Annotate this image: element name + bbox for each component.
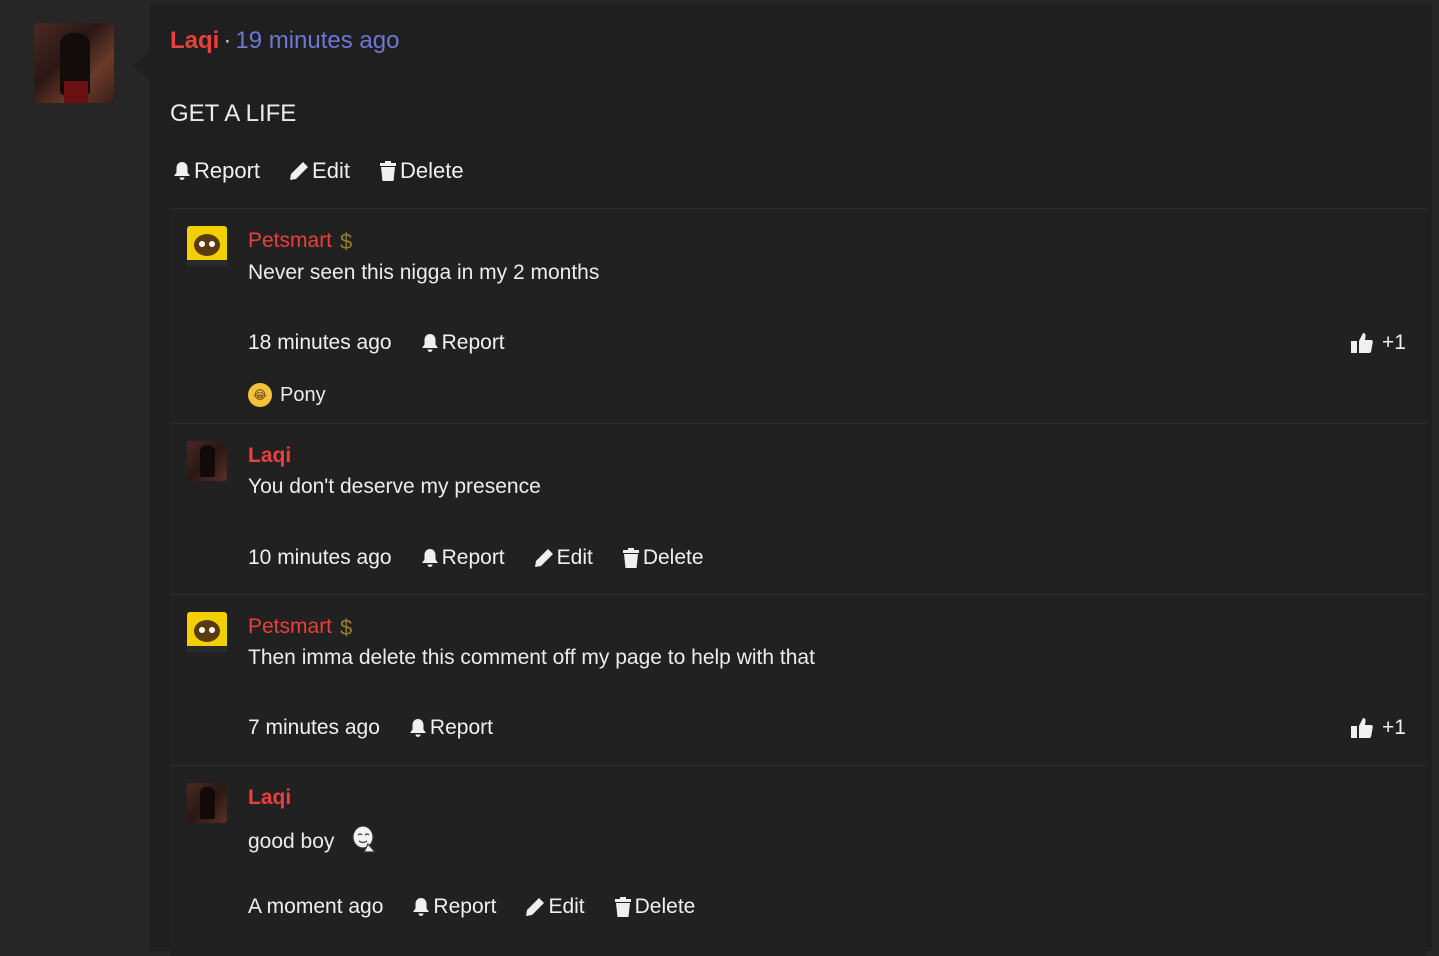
reply-timestamp: 18 minutes ago	[248, 331, 392, 354]
report-label: Report	[433, 895, 497, 918]
reply-item: Laqi You don't deserve my presence 10 mi…	[170, 423, 1426, 594]
reply-actions: 10 minutes ago Report Edit Delete	[248, 546, 732, 570]
delete-label: Delete	[634, 895, 696, 918]
thumbs-up-icon	[1351, 333, 1373, 353]
reply-timestamp: 10 minutes ago	[248, 546, 392, 569]
reply-author[interactable]: Laqi	[248, 786, 291, 810]
laughing-crying-emoji-icon: 😂	[248, 383, 272, 407]
like-button[interactable]: +1	[1350, 331, 1406, 355]
edit-label: Edit	[312, 158, 350, 183]
reply-avatar[interactable]	[187, 226, 227, 266]
reply-text: You don't deserve my presence	[248, 475, 541, 498]
edit-button[interactable]: Edit	[288, 158, 350, 184]
bell-icon	[421, 334, 438, 352]
reply-item: Laqi good boy A moment ago Report Edit D…	[170, 765, 1426, 956]
thumbs-up-icon	[1351, 718, 1373, 738]
report-button[interactable]: Report	[420, 331, 505, 355]
bell-icon	[421, 549, 438, 567]
trash-icon	[379, 161, 396, 181]
report-button[interactable]: Report	[408, 716, 493, 740]
reply-avatar[interactable]	[187, 612, 227, 652]
post-author-name[interactable]: Laqi	[170, 27, 219, 54]
comment-panel: Laqi · 19 minutes ago GET A LIFE Report Ed…	[150, 3, 1432, 956]
report-label: Report	[441, 546, 505, 569]
trash-icon	[622, 548, 639, 568]
bell-icon	[413, 898, 430, 916]
delete-button[interactable]: Delete	[621, 546, 704, 570]
reply-item: Petsmart $ Never seen this nigga in my 2 …	[170, 208, 1426, 423]
reply-timestamp: 7 minutes ago	[248, 716, 380, 739]
delete-label: Delete	[642, 546, 704, 569]
reply-actions: A moment ago Report Edit Delete	[248, 895, 723, 919]
reply-author[interactable]: Laqi	[248, 444, 291, 468]
reply-actions: 7 minutes ago Report	[248, 716, 521, 740]
reply-text: Then imma delete this comment off my pag…	[248, 646, 815, 669]
dollar-icon: $	[340, 615, 353, 640]
reaction-badge[interactable]: 😂 Pony	[248, 383, 326, 407]
bell-icon	[174, 162, 190, 180]
separator-dot: ·	[223, 27, 232, 54]
delete-button[interactable]: Delete	[613, 895, 696, 919]
edit-label: Edit	[548, 895, 585, 918]
pencil-icon	[526, 898, 545, 916]
reply-timestamp: A moment ago	[248, 895, 384, 918]
reply-text: good boy	[248, 824, 378, 854]
edit-button[interactable]: Edit	[524, 895, 585, 919]
speech-arrow	[132, 52, 150, 80]
post-author-avatar[interactable]	[34, 23, 114, 103]
dollar-icon: $	[340, 229, 353, 254]
edit-button[interactable]: Edit	[533, 546, 593, 570]
trash-icon	[614, 897, 631, 917]
reply-avatar[interactable]	[187, 783, 227, 823]
report-button[interactable]: Report	[172, 158, 260, 184]
reply-author[interactable]: Petsmart $	[248, 615, 352, 641]
report-label: Report	[194, 158, 261, 183]
reply-item: Petsmart $ Then imma delete this comment …	[170, 594, 1426, 765]
post-body: GET A LIFE	[170, 100, 297, 127]
like-button[interactable]: +1	[1350, 716, 1406, 740]
reply-author[interactable]: Petsmart $	[248, 229, 352, 255]
meme-face-icon	[352, 825, 377, 853]
reply-actions: 18 minutes ago Report	[248, 331, 533, 355]
report-label: Report	[441, 331, 505, 354]
report-label: Report	[429, 716, 493, 739]
post-timestamp-link[interactable]: 19 minutes ago	[235, 27, 399, 54]
post-header: Laqi · 19 minutes ago	[170, 27, 399, 55]
report-button[interactable]: Report	[420, 546, 505, 570]
edit-label: Edit	[556, 546, 593, 569]
delete-label: Delete	[399, 158, 464, 183]
pencil-icon	[290, 162, 309, 180]
reply-text: Never seen this nigga in my 2 months	[248, 261, 600, 284]
bell-icon	[409, 719, 426, 737]
pencil-icon	[534, 549, 553, 567]
like-count: +1	[1382, 331, 1406, 354]
delete-button[interactable]: Delete	[378, 158, 464, 184]
reaction-label: Pony	[280, 383, 326, 406]
report-button[interactable]: Report	[411, 895, 496, 919]
like-count: +1	[1382, 716, 1406, 739]
reply-avatar[interactable]	[187, 441, 227, 481]
post-actions: Report Edit Delete	[172, 158, 492, 184]
avatar-column	[0, 0, 150, 951]
